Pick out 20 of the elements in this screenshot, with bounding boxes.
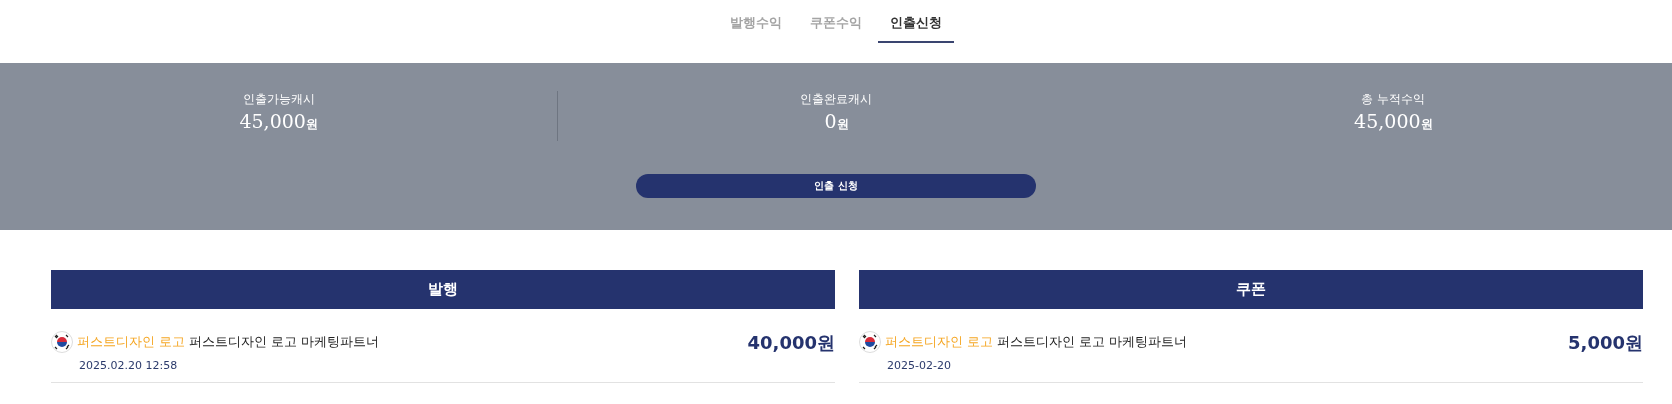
stat-value: 0원 (824, 110, 849, 133)
stat-label: 총 누적수익 (1361, 91, 1426, 108)
section-header: 발행 (51, 270, 835, 309)
stat-value: 45,000원 (1354, 110, 1433, 133)
brand-name: 퍼스트디자인 로고 (885, 333, 994, 351)
stat-value: 45,000원 (239, 110, 318, 133)
item-date: 2025-02-20 (886, 359, 952, 372)
flag-icon (51, 331, 73, 353)
item-title: 퍼스트디자인 로고 마케팅파트너 (189, 333, 380, 351)
item-date: 2025.02.20 12:58 (78, 359, 179, 372)
item-title: 퍼스트디자인 로고 마케팅파트너 (997, 333, 1188, 351)
section-header: 쿠폰 (859, 270, 1643, 309)
stat-label: 인출완료캐시 (800, 91, 873, 108)
tab[interactable]: 인출신청 (878, 8, 954, 43)
brand-name: 퍼스트디자인 로고 (77, 333, 186, 351)
flag-icon (859, 331, 881, 353)
withdraw-button[interactable]: 인출 신청 (636, 174, 1036, 198)
stat-label: 인출가능캐시 (242, 91, 315, 108)
item-amount: 40,000원 (747, 331, 835, 355)
item-amount: 5,000원 (1568, 331, 1643, 355)
